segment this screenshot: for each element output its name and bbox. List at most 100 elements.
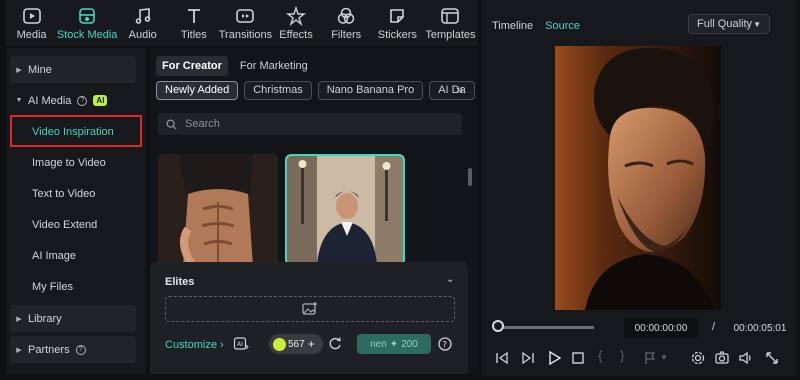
playback-controls: { } ▼: [492, 348, 788, 368]
marker-icon[interactable]: [642, 350, 658, 366]
preview-panel: Timeline Source Full Quality ▼ 00:00:00:…: [482, 0, 796, 376]
sidebar-item-label: AI Image: [32, 249, 77, 262]
category-chips: Newly Added Christmas Nano Banana Pro AI…: [156, 81, 475, 100]
refresh-icon[interactable]: [327, 336, 343, 352]
help-icon[interactable]: ?: [437, 336, 453, 352]
toolbar-effects[interactable]: Effects: [271, 0, 320, 46]
caret-right-icon: ▶: [16, 66, 22, 74]
chip-newly-added[interactable]: Newly Added: [156, 81, 239, 100]
toolbar-stock-media[interactable]: Stock Media: [57, 0, 117, 46]
toolbar-audio[interactable]: Audio: [117, 0, 168, 46]
toolbar-transitions-label: Transitions: [218, 28, 273, 41]
sidebar-item-my-files[interactable]: My Files: [10, 273, 136, 300]
customize-button[interactable]: Customize ›: [165, 339, 224, 351]
volume-icon[interactable]: [738, 350, 754, 366]
sidebar-item-label: Mine: [28, 63, 52, 76]
caret-right-icon: ▶: [16, 346, 22, 354]
sidebar-item-image-to-video[interactable]: Image to Video: [10, 149, 136, 176]
toolbar-audio-label: Audio: [128, 28, 157, 41]
previous-frame-icon[interactable]: [494, 350, 510, 366]
play-icon[interactable]: [546, 350, 562, 366]
toolbar-filters[interactable]: Filters: [321, 0, 372, 46]
toolbar-effects-label: Effects: [279, 28, 313, 41]
tab-source[interactable]: Source: [545, 20, 580, 32]
chevron-down-icon: ▼: [753, 19, 761, 29]
transitions-icon: [236, 8, 255, 23]
customize-label: Customize: [165, 339, 217, 351]
sidebar-item-video-extend[interactable]: Video Extend: [10, 211, 136, 238]
ai-image-icon[interactable]: AI: [233, 336, 249, 352]
quality-select[interactable]: Full Quality ▼: [688, 14, 770, 34]
sidebar-item-partners[interactable]: ▶ Partners ?: [10, 336, 136, 363]
toolbar-titles[interactable]: Titles: [168, 0, 219, 46]
filters-icon: [337, 7, 355, 24]
stop-icon[interactable]: [570, 350, 586, 366]
sidebar-item-ai-image[interactable]: AI Image: [10, 242, 136, 269]
video-preview[interactable]: [555, 46, 721, 310]
search-icon: [166, 118, 177, 130]
chevron-down-icon[interactable]: ▼: [660, 353, 676, 369]
sidebar-item-label: Partners: [28, 343, 70, 356]
toolbar-transitions[interactable]: Transitions: [218, 0, 273, 46]
fullscreen-icon[interactable]: [764, 350, 780, 366]
current-timecode[interactable]: 00:00:00:00: [624, 318, 698, 338]
tab-for-creator[interactable]: For Creator: [156, 56, 228, 76]
sidebar-item-label: Library: [28, 312, 62, 325]
chip-nano-banana-pro[interactable]: Nano Banana Pro: [317, 81, 424, 100]
image-upload-area[interactable]: [165, 296, 455, 322]
help-icon[interactable]: ?: [75, 344, 86, 355]
content-scrollbar[interactable]: [468, 168, 472, 186]
chevron-down-icon[interactable]: ⌄: [446, 274, 454, 285]
chevron-double-right-icon[interactable]: »: [456, 82, 463, 97]
media-icon: [22, 7, 41, 24]
sidebar-item-text-to-video[interactable]: Text to Video: [10, 180, 136, 207]
mark-in-icon[interactable]: {: [598, 348, 614, 364]
stickers-icon: [390, 8, 405, 23]
toolbar-templates[interactable]: Templates: [423, 0, 478, 46]
content-tabs: For Creator For Marketing: [156, 56, 314, 76]
toolbar-stickers[interactable]: Stickers: [372, 0, 423, 46]
timecode-separator: /: [712, 321, 716, 333]
toolbar-templates-label: Templates: [425, 28, 476, 41]
toolbar-media[interactable]: Media: [6, 0, 57, 46]
video-thumbnail-selected[interactable]: [285, 154, 405, 266]
toolbar-stickers-label: Stickers: [377, 28, 417, 41]
sidebar-item-label: Text to Video: [32, 187, 96, 200]
portrait-image: [555, 46, 721, 310]
next-frame-icon[interactable]: [520, 350, 536, 366]
toolbar-filters-label: Filters: [331, 28, 362, 41]
sidebar-item-library[interactable]: ▶ Library: [10, 305, 136, 332]
titles-icon: [187, 8, 200, 23]
tab-for-marketing[interactable]: For Marketing: [234, 56, 314, 76]
help-icon[interactable]: ?: [77, 95, 88, 106]
sidebar-item-label: Image to Video: [32, 156, 106, 169]
add-image-icon: [302, 302, 317, 315]
elites-panel: Elites ⌄ Customize › AI 567 + nen ✦ 200 …: [150, 262, 468, 374]
sidebar-item-mine[interactable]: ▶ Mine: [10, 56, 136, 83]
snapshot-camera-icon[interactable]: [714, 350, 730, 366]
search-input[interactable]: Search: [158, 113, 462, 135]
generate-button[interactable]: nen ✦ 200: [357, 334, 431, 354]
generate-cost: 200: [401, 338, 418, 350]
music-note-icon: [135, 7, 151, 24]
sidebar-item-ai-media[interactable]: ▼ AI Media ? AI: [10, 87, 136, 114]
chip-ai-dance[interactable]: AI Da: [429, 81, 475, 100]
quality-value: Full Quality: [697, 18, 753, 30]
mark-out-icon[interactable]: }: [620, 348, 636, 364]
search-placeholder: Search: [185, 118, 220, 130]
media-toolbar: Media Stock Media Audio Titles Transitio…: [6, 0, 478, 46]
caret-down-icon: ▼: [15, 97, 23, 104]
sidebar-item-video-inspiration[interactable]: Video Inspiration: [10, 118, 136, 145]
plus-icon: +: [307, 337, 315, 351]
tab-timeline[interactable]: Timeline: [492, 20, 533, 32]
chip-christmas[interactable]: Christmas: [244, 81, 312, 100]
stock-media-icon: [79, 7, 95, 24]
credits-counter[interactable]: 567 +: [269, 334, 323, 354]
caret-right-icon: ▶: [16, 315, 22, 323]
playhead-handle[interactable]: [492, 320, 504, 332]
settings-icon[interactable]: [690, 350, 706, 366]
svg-text:AI: AI: [237, 341, 243, 348]
progress-track[interactable]: [496, 326, 594, 329]
man-in-suit-image: [287, 156, 403, 264]
video-thumbnail[interactable]: [158, 154, 278, 266]
